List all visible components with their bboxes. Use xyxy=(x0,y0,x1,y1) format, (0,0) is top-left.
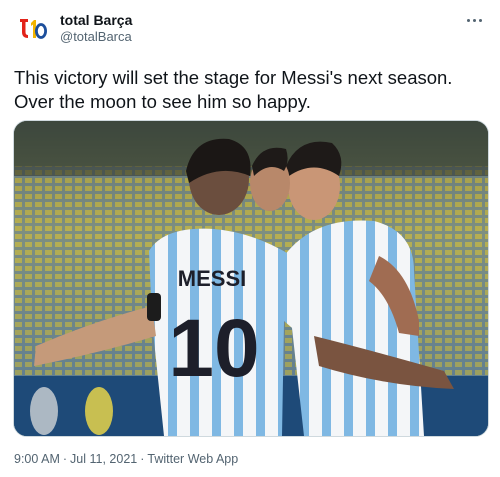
jersey-name: MESSI xyxy=(178,266,246,291)
author-block: total Barça @totalBarca xyxy=(60,12,132,45)
more-dot xyxy=(472,18,476,22)
tweet-time[interactable]: 9:00 AM xyxy=(14,452,60,466)
photo-illustration: MESSI 10 xyxy=(14,121,488,436)
tweet-source[interactable]: Twitter Web App xyxy=(147,452,238,466)
jersey-number: 10 xyxy=(168,303,259,394)
stadium-roof xyxy=(14,121,488,176)
captain-armband xyxy=(147,293,161,321)
more-dot xyxy=(478,18,482,22)
author-handle[interactable]: @totalBarca xyxy=(60,29,132,45)
more-dot xyxy=(466,18,470,22)
avatar[interactable] xyxy=(14,10,50,46)
author-display-name[interactable]: total Barça xyxy=(60,12,132,28)
tweet-text: This victory will set the stage for Mess… xyxy=(14,67,453,112)
tweet-meta: 9:00 AM · Jul 11, 2021 · Twitter Web App xyxy=(14,452,238,466)
meta-separator: · xyxy=(140,452,145,466)
spectator xyxy=(30,387,58,435)
tweet-date[interactable]: Jul 11, 2021 xyxy=(70,452,137,466)
more-dots-icon[interactable] xyxy=(462,8,486,32)
tweet-photo[interactable]: MESSI 10 xyxy=(13,120,489,437)
total-barca-logo-icon xyxy=(14,10,50,46)
meta-separator: · xyxy=(62,452,68,466)
tweet-card: total Barça @totalBarca This victory wil… xyxy=(0,0,500,477)
spectator xyxy=(85,387,113,435)
